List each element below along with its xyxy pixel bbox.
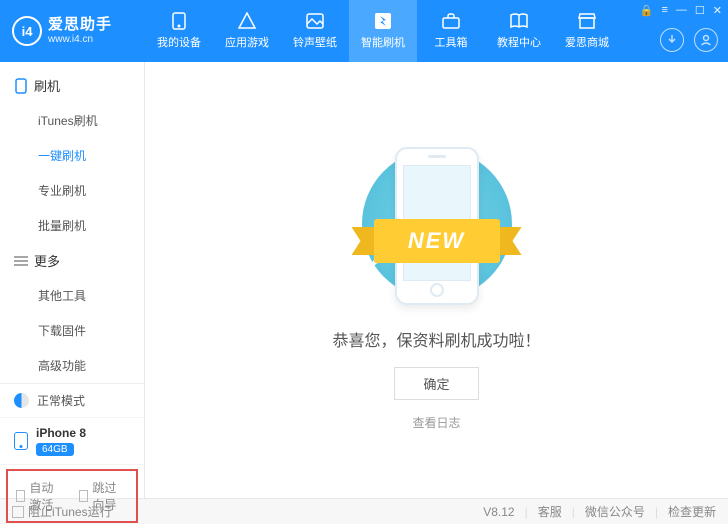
- device-storage-badge: 64GB: [36, 443, 74, 456]
- new-ribbon: NEW: [352, 219, 522, 263]
- sidebar-group-title: 刷机: [34, 76, 60, 95]
- nav-label: 工具箱: [435, 34, 468, 50]
- support-link[interactable]: 客服: [538, 503, 562, 520]
- logo-icon: i4: [12, 16, 42, 46]
- sidebar-item-oneclick-flash[interactable]: 一键刷机: [0, 138, 144, 173]
- toolbox-icon: [440, 12, 462, 30]
- close-icon[interactable]: ✕: [713, 4, 722, 17]
- menu-icon[interactable]: ≡: [661, 4, 667, 17]
- maximize-icon[interactable]: ☐: [695, 4, 705, 17]
- nav-label: 智能刷机: [361, 34, 405, 50]
- user-icon[interactable]: [694, 28, 718, 52]
- logo-subtitle: www.i4.cn: [48, 34, 112, 45]
- sparkle-icon: ✦: [375, 159, 388, 179]
- minimize-icon[interactable]: —: [676, 4, 687, 17]
- logo: i4 爱思助手 www.i4.cn: [0, 16, 145, 46]
- device-icon: [14, 432, 28, 450]
- device-mode-label: 正常模式: [37, 392, 85, 409]
- sidebar-item-other-tools[interactable]: 其他工具: [0, 278, 144, 313]
- app-header: i4 爱思助手 www.i4.cn 我的设备 应用游戏 铃声壁纸 智能刷机 工具…: [0, 0, 728, 62]
- check-update-link[interactable]: 检查更新: [668, 503, 716, 520]
- wallpaper-icon: [304, 12, 326, 30]
- nav-my-device[interactable]: 我的设备: [145, 0, 213, 62]
- sparkle-icon: ✦: [485, 153, 498, 173]
- lock-icon[interactable]: 🔒: [640, 4, 654, 17]
- nav-label: 教程中心: [497, 34, 541, 50]
- device-name: iPhone 8: [36, 426, 86, 440]
- checkbox-label: 阻止iTunes运行: [28, 503, 112, 520]
- success-illustration: ✦ ✦ ✦ ✦ NEW: [327, 139, 547, 309]
- sidebar: 刷机 iTunes刷机 一键刷机 专业刷机 批量刷机 更多 其他工具 下载固件 …: [0, 62, 145, 498]
- success-message: 恭喜您，保资料刷机成功啦！: [332, 327, 540, 351]
- nav-toolbox[interactable]: 工具箱: [417, 0, 485, 62]
- wechat-link[interactable]: 微信公众号: [585, 503, 645, 520]
- sidebar-group-title: 更多: [34, 251, 60, 270]
- sidebar-group-flash[interactable]: 刷机: [0, 68, 144, 103]
- nav-ringtones-wallpapers[interactable]: 铃声壁纸: [281, 0, 349, 62]
- download-icon[interactable]: [660, 28, 684, 52]
- logo-title: 爱思助手: [48, 17, 112, 34]
- block-itunes-checkbox[interactable]: 阻止iTunes运行: [12, 503, 112, 520]
- apps-icon: [236, 12, 258, 30]
- sidebar-item-pro-flash[interactable]: 专业刷机: [0, 173, 144, 208]
- flash-icon: [372, 12, 394, 30]
- sidebar-item-download-firmware[interactable]: 下载固件: [0, 313, 144, 348]
- sidebar-item-advanced[interactable]: 高级功能: [0, 348, 144, 383]
- list-icon: [14, 254, 28, 268]
- sidebar-group-more[interactable]: 更多: [0, 243, 144, 278]
- store-icon: [576, 12, 598, 30]
- mode-icon: [14, 393, 29, 408]
- nav-store[interactable]: 爱思商城: [553, 0, 621, 62]
- main-content: ✦ ✦ ✦ ✦ NEW 恭喜您，保资料刷机成功啦！ 确定 查看日志: [145, 62, 728, 498]
- connected-device[interactable]: iPhone 8 64GB: [0, 418, 144, 465]
- nav-label: 我的设备: [157, 34, 201, 50]
- phone-icon: [168, 12, 190, 30]
- nav-label: 应用游戏: [225, 34, 269, 50]
- nav-tutorials[interactable]: 教程中心: [485, 0, 553, 62]
- version-label: V8.12: [483, 505, 514, 519]
- sidebar-item-batch-flash[interactable]: 批量刷机: [0, 208, 144, 243]
- ribbon-text: NEW: [374, 219, 500, 263]
- phone-small-icon: [14, 79, 28, 93]
- nav-label: 爱思商城: [565, 34, 609, 50]
- sidebar-item-itunes-flash[interactable]: iTunes刷机: [0, 103, 144, 138]
- device-mode[interactable]: 正常模式: [0, 384, 144, 418]
- nav-smart-flash[interactable]: 智能刷机: [349, 0, 417, 62]
- view-log-link[interactable]: 查看日志: [412, 414, 460, 431]
- top-nav: 我的设备 应用游戏 铃声壁纸 智能刷机 工具箱 教程中心 爱思商城: [145, 0, 621, 62]
- book-icon: [508, 12, 530, 30]
- nav-label: 铃声壁纸: [293, 34, 337, 50]
- window-controls: 🔒 ≡ — ☐ ✕: [640, 4, 722, 17]
- nav-apps-games[interactable]: 应用游戏: [213, 0, 281, 62]
- ok-button[interactable]: 确定: [394, 367, 478, 400]
